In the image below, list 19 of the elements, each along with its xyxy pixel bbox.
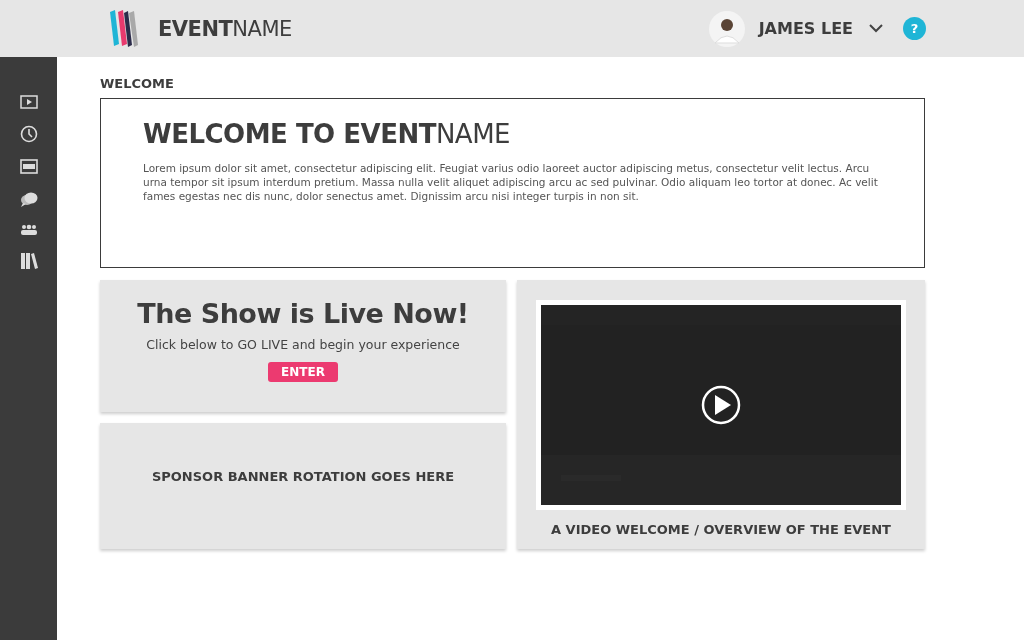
- chat-icon[interactable]: [19, 190, 38, 208]
- welcome-title: WELCOME TO EVENTNAME: [143, 119, 511, 149]
- video-icon[interactable]: [19, 95, 38, 109]
- video-caption: A VIDEO WELCOME / OVERVIEW OF THE EVENT: [551, 522, 891, 537]
- welcome-text: Lorem ipsum dolor sit amet, consectetur adipiscing elit. Feugiat varius odio laoreet auctor adipiscing metus, consectetur velit lectus. Arcu urna tempor sit ipsum interdum pretium. Massa nulla velit aliquet adipiscing arcu ac sed pulvinar. Odio aliquam leo tortor at donec. Ac velit fames egestas nec dis nunc, dolor senectus amet. Dignissim arcu nisi integer turpis in non sit.: [143, 161, 879, 203]
- live-title: The Show is Live Now!: [137, 298, 469, 329]
- people-icon[interactable]: [19, 224, 38, 236]
- live-subtitle: Click below to GO LIVE and begin your experience: [146, 337, 460, 352]
- user-name[interactable]: JAMES LEE: [758, 19, 853, 38]
- books-icon[interactable]: [19, 252, 38, 270]
- section-label: WELCOME: [100, 76, 175, 91]
- clock-icon[interactable]: [19, 125, 38, 143]
- chevron-down-icon[interactable]: [869, 24, 883, 33]
- avatar-icon[interactable]: [708, 10, 745, 47]
- logo-icon: [110, 9, 138, 48]
- sponsor-text: SPONSOR BANNER ROTATION GOES HERE: [151, 468, 455, 484]
- event-name-logo: EVENTNAME: [158, 16, 292, 41]
- help-button[interactable]: ?: [903, 17, 926, 40]
- enter-button[interactable]: ENTER: [268, 362, 338, 382]
